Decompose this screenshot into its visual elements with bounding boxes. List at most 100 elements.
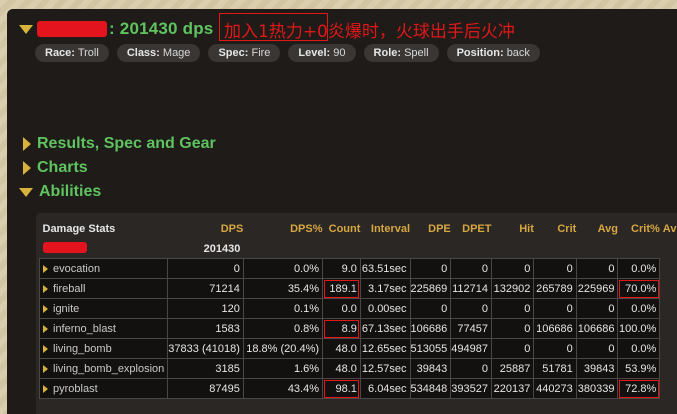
stat-cell: 0.00sec bbox=[359, 298, 411, 319]
stat-cell: 67.13sec bbox=[359, 318, 411, 339]
stat-cell: 0 bbox=[490, 258, 535, 279]
highlighted-stat-cell: 70.0% bbox=[617, 278, 661, 299]
table-header-row: Damage Stats DPS DPS% Count Interval DPE… bbox=[40, 219, 677, 239]
section-results-label: Results, Spec and Gear bbox=[37, 135, 216, 152]
stat-cell: 0.0% bbox=[617, 298, 661, 319]
badge-position: Position: back bbox=[446, 44, 540, 62]
expand-arrow-icon[interactable] bbox=[43, 284, 48, 293]
col-crit-pct[interactable]: Crit% bbox=[618, 219, 660, 239]
table-row[interactable]: fireball 71214 35.4% 189.1 3.17sec 225869 1127… bbox=[38, 278, 677, 299]
stat-cell: 1583 bbox=[167, 318, 244, 339]
col-avg[interactable]: Avg bbox=[576, 219, 618, 239]
stat-cell: 440273 bbox=[533, 378, 577, 399]
stat-cell: 380339 bbox=[575, 378, 619, 399]
stat-cell: 48.0 bbox=[322, 338, 361, 359]
ability-name: living_bomb_explosion bbox=[53, 362, 165, 375]
stat-cell: 39843 bbox=[409, 358, 452, 379]
stat-cell: 63.51sec bbox=[359, 258, 411, 279]
stat-cell: 112714 bbox=[450, 278, 492, 299]
stat-cell: 71214 bbox=[167, 278, 244, 299]
badge-class: Class: Mage bbox=[116, 44, 201, 62]
stat-cell: 0 bbox=[490, 338, 535, 359]
table-row[interactable]: inferno_blast 1583 0.8% 8.9 67.13sec 106686 77… bbox=[38, 318, 677, 339]
ability-name: fireball bbox=[53, 282, 86, 295]
table-row[interactable]: evocation 0 0.0% 9.0 63.51sec 0 0 0 0 0 0.0% bbox=[38, 258, 677, 279]
badge-race: Race: Troll bbox=[35, 44, 109, 62]
section-charts-label: Charts bbox=[37, 159, 88, 176]
redacted-player-name bbox=[42, 241, 87, 253]
ability-name-cell[interactable]: evocation bbox=[38, 258, 169, 279]
stat-cell: 120 bbox=[167, 298, 244, 319]
badge-level: Level: 90 bbox=[288, 44, 356, 62]
redacted-player-name bbox=[37, 21, 107, 37]
col-interval[interactable]: Interval bbox=[360, 219, 410, 239]
col-dps[interactable]: DPS bbox=[168, 219, 244, 239]
section-abilities[interactable]: Abilities bbox=[19, 183, 101, 201]
clipped-cell bbox=[659, 278, 677, 299]
expand-arrow-icon[interactable] bbox=[43, 324, 48, 333]
stat-cell: 9.0 bbox=[322, 258, 361, 279]
stat-cell: 265789 bbox=[533, 278, 577, 299]
ability-name-cell[interactable]: living_bomb bbox=[38, 338, 169, 359]
stat-cell: 43.4% bbox=[242, 378, 324, 399]
col-crit[interactable]: Crit bbox=[534, 219, 576, 239]
stat-cell: 0 bbox=[409, 258, 452, 279]
stat-cell: 513055 bbox=[409, 338, 452, 359]
highlighted-stat-cell: 98.1 bbox=[322, 378, 361, 399]
ability-name-cell[interactable]: ignite bbox=[38, 298, 169, 319]
table-row[interactable]: living_bomb 37833 (41018) 18.8% (20.4%) 48.… bbox=[38, 338, 677, 359]
stat-cell: 220137 bbox=[490, 378, 535, 399]
section-results-spec-gear[interactable]: Results, Spec and Gear bbox=[23, 135, 216, 153]
ability-name-cell[interactable]: living_bomb_explosion bbox=[38, 358, 169, 379]
highlighted-stat-cell: 189.1 bbox=[322, 278, 361, 299]
clipped-cell bbox=[659, 338, 677, 359]
stat-cell: 18.8% (20.4%) bbox=[242, 338, 324, 359]
expand-arrow-icon[interactable] bbox=[43, 344, 48, 353]
dps-title: : 201430 dps bbox=[109, 19, 214, 38]
stat-cell: 106686 bbox=[533, 318, 577, 339]
annotation-text: 加入1热力+0炎爆时，火球出手后火冲 bbox=[224, 22, 515, 42]
badge-spec: Spec: Fire bbox=[208, 44, 281, 62]
stat-cell: 0 bbox=[450, 358, 492, 379]
stat-cell: 225969 bbox=[575, 278, 619, 299]
col-count[interactable]: Count bbox=[323, 219, 361, 239]
col-dps-pct[interactable]: DPS% bbox=[243, 219, 322, 239]
expand-arrow-icon[interactable] bbox=[43, 264, 48, 273]
stat-cell: 37833 (41018) bbox=[167, 338, 244, 359]
stat-cell: 12.65sec bbox=[359, 338, 411, 359]
ability-name: living_bomb bbox=[53, 342, 112, 355]
ability-name-cell[interactable]: inferno_blast bbox=[38, 318, 169, 339]
col-avg-clipped[interactable]: Av bbox=[660, 219, 677, 239]
col-hit[interactable]: Hit bbox=[491, 219, 534, 239]
clipped-cell bbox=[659, 258, 677, 279]
col-damage-stats[interactable]: Damage Stats bbox=[40, 219, 168, 239]
damage-stats-table: Damage Stats DPS DPS% Count Interval DPE… bbox=[38, 219, 677, 399]
stat-cell: 534848 bbox=[409, 378, 452, 399]
stat-cell: 0.0% bbox=[617, 258, 661, 279]
stat-cell: 0 bbox=[533, 298, 577, 319]
ability-name-cell[interactable]: fireball bbox=[38, 278, 169, 299]
table-row[interactable]: ignite 120 0.1% 0.0 0.00sec 0 0 0 0 0 0.0% bbox=[38, 298, 677, 319]
ability-name: ignite bbox=[53, 302, 80, 315]
stat-cell: 35.4% bbox=[242, 278, 324, 299]
total-row: 201430 bbox=[40, 239, 677, 259]
section-charts[interactable]: Charts bbox=[23, 159, 88, 177]
collapse-arrow-icon[interactable] bbox=[19, 24, 33, 34]
ability-name-cell[interactable]: pyroblast bbox=[38, 378, 169, 399]
table-row[interactable]: pyroblast 87495 43.4% 98.1 6.04sec 534848 3935… bbox=[38, 378, 677, 399]
damage-stats-table-container: Damage Stats DPS DPS% Count Interval DPE… bbox=[36, 213, 677, 414]
highlighted-stat-cell: 72.8% bbox=[617, 378, 661, 399]
table-row[interactable]: living_bomb_explosion 3185 1.6% 48.0 12.57se… bbox=[38, 358, 677, 379]
stat-cell: 0 bbox=[167, 258, 244, 279]
expand-arrow-icon[interactable] bbox=[43, 364, 48, 373]
stat-cell: 51781 bbox=[533, 358, 577, 379]
stat-cell: 0 bbox=[450, 298, 492, 319]
stat-cell: 0.0% bbox=[242, 258, 324, 279]
expand-arrow-icon[interactable] bbox=[43, 384, 48, 393]
stat-cell: 0 bbox=[490, 298, 535, 319]
col-dpe[interactable]: DPE bbox=[410, 219, 451, 239]
expand-arrow-icon bbox=[23, 161, 31, 175]
expand-arrow-icon[interactable] bbox=[43, 304, 48, 313]
col-dpet[interactable]: DPET bbox=[451, 219, 491, 239]
player-header[interactable]: : 201430 dps bbox=[19, 14, 213, 44]
